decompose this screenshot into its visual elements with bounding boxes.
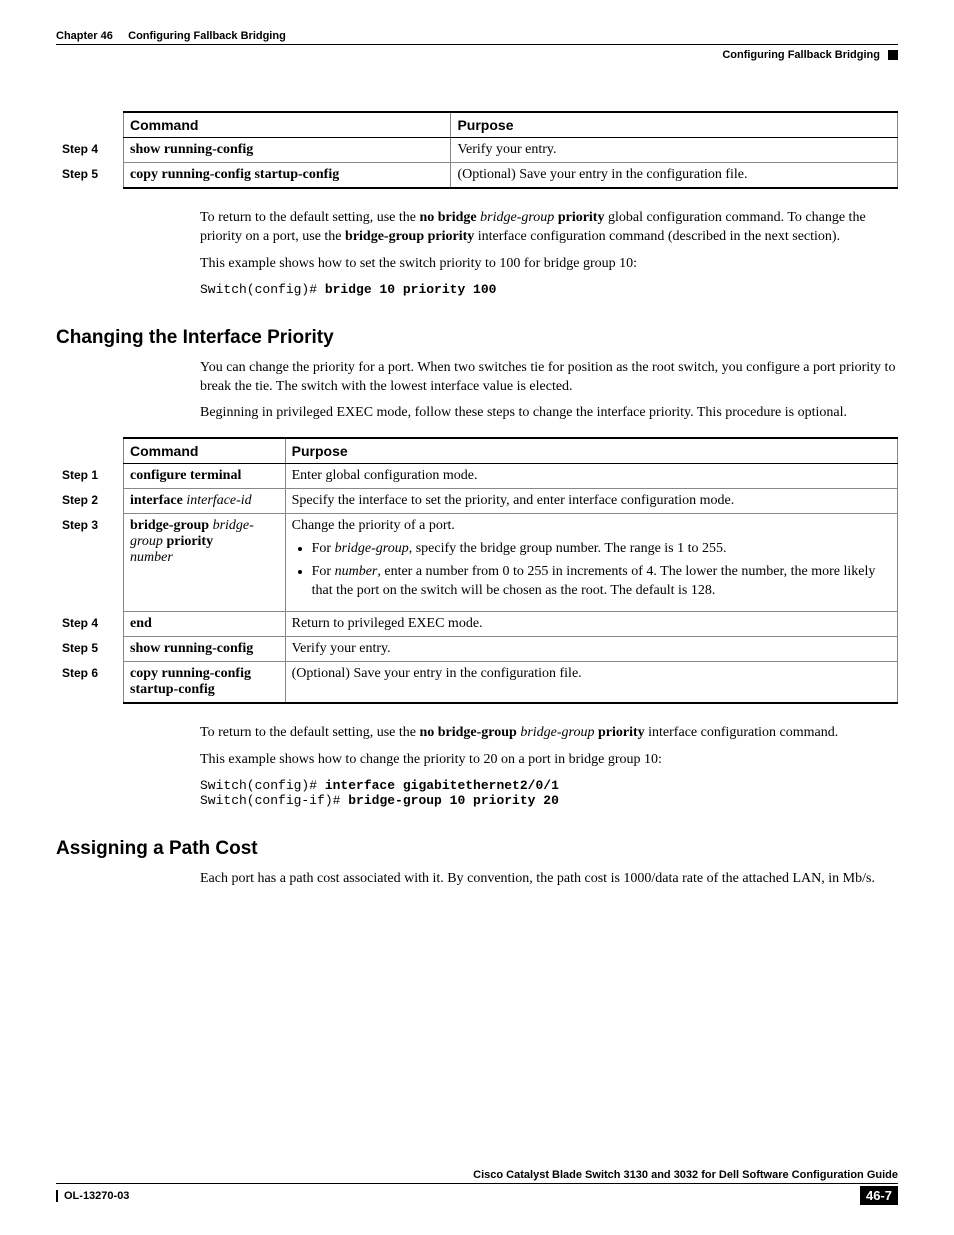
list-item: For bridge-group, specify the bridge gro… <box>312 540 891 559</box>
body-paragraph: This example shows how to set the switch… <box>200 255 898 274</box>
col-header-command: Command <box>124 112 451 138</box>
page-footer: Cisco Catalyst Blade Switch 3130 and 303… <box>56 1169 898 1205</box>
body-paragraph: Beginning in privileged EXEC mode, follo… <box>200 404 898 423</box>
code-block: Switch(config)# interface gigabitetherne… <box>200 778 898 808</box>
step-label: Step 3 <box>56 514 124 612</box>
cmd-text: configure terminal <box>130 468 241 483</box>
body-paragraph: To return to the default setting, use th… <box>200 724 898 743</box>
cmd-text: copy running-config startup-config <box>130 666 251 697</box>
code-block: Switch(config)# bridge 10 priority 100 <box>200 282 898 297</box>
purpose-text: Enter global configuration mode. <box>285 464 897 489</box>
step-label: Step 4 <box>56 612 124 637</box>
step-label: Step 4 <box>56 138 124 163</box>
step-label: Step 1 <box>56 464 124 489</box>
purpose-list: For bridge-group, specify the bridge gro… <box>292 540 891 601</box>
body-paragraph: Each port has a path cost associated wit… <box>200 870 898 889</box>
footer-bar-icon <box>56 1190 58 1202</box>
step-label: Step 5 <box>56 637 124 662</box>
step-label: Step 6 <box>56 662 124 704</box>
page-sub-header: Configuring Fallback Bridging <box>56 49 898 61</box>
col-header-command: Command <box>124 438 286 464</box>
cmd-text: end <box>130 616 152 631</box>
purpose-text: Specify the interface to set the priorit… <box>285 489 897 514</box>
page-header: Chapter 46 Configuring Fallback Bridging <box>56 30 898 45</box>
steps-table-2: Command Purpose Step 1 configure termina… <box>56 437 898 704</box>
cmd-text: show running-config <box>130 142 253 157</box>
steps-table-1: Command Purpose Step 4 show running-conf… <box>56 111 898 189</box>
col-header-purpose: Purpose <box>285 438 897 464</box>
step-label: Step 2 <box>56 489 124 514</box>
cmd-text: show running-config <box>130 641 253 656</box>
list-item: For number, enter a number from 0 to 255… <box>312 563 891 601</box>
section-heading: Changing the Interface Priority <box>56 327 898 349</box>
section-name: Configuring Fallback Bridging <box>722 49 880 61</box>
purpose-intro: Change the priority of a port. <box>292 518 891 534</box>
body-paragraph: To return to the default setting, use th… <box>200 209 898 247</box>
chapter-num: Chapter 46 <box>56 30 113 42</box>
header-square-icon <box>888 50 898 60</box>
step-label: Step 5 <box>56 163 124 189</box>
cmd-text: copy running-config startup-config <box>130 167 339 182</box>
body-paragraph: This example shows how to change the pri… <box>200 751 898 770</box>
purpose-text: Verify your entry. <box>285 637 897 662</box>
doc-id: OL-13270-03 <box>64 1190 129 1202</box>
body-paragraph: You can change the priority for a port. … <box>200 359 898 397</box>
purpose-text: Return to privileged EXEC mode. <box>285 612 897 637</box>
col-header-purpose: Purpose <box>451 112 898 138</box>
footer-guide-title: Cisco Catalyst Blade Switch 3130 and 303… <box>56 1169 898 1181</box>
page-number: 46-7 <box>860 1186 898 1205</box>
purpose-text: Verify your entry. <box>451 138 898 163</box>
chapter-title: Configuring Fallback Bridging <box>128 30 286 42</box>
purpose-text: (Optional) Save your entry in the config… <box>285 662 897 704</box>
section-heading: Assigning a Path Cost <box>56 838 898 860</box>
purpose-text: (Optional) Save your entry in the config… <box>451 163 898 189</box>
